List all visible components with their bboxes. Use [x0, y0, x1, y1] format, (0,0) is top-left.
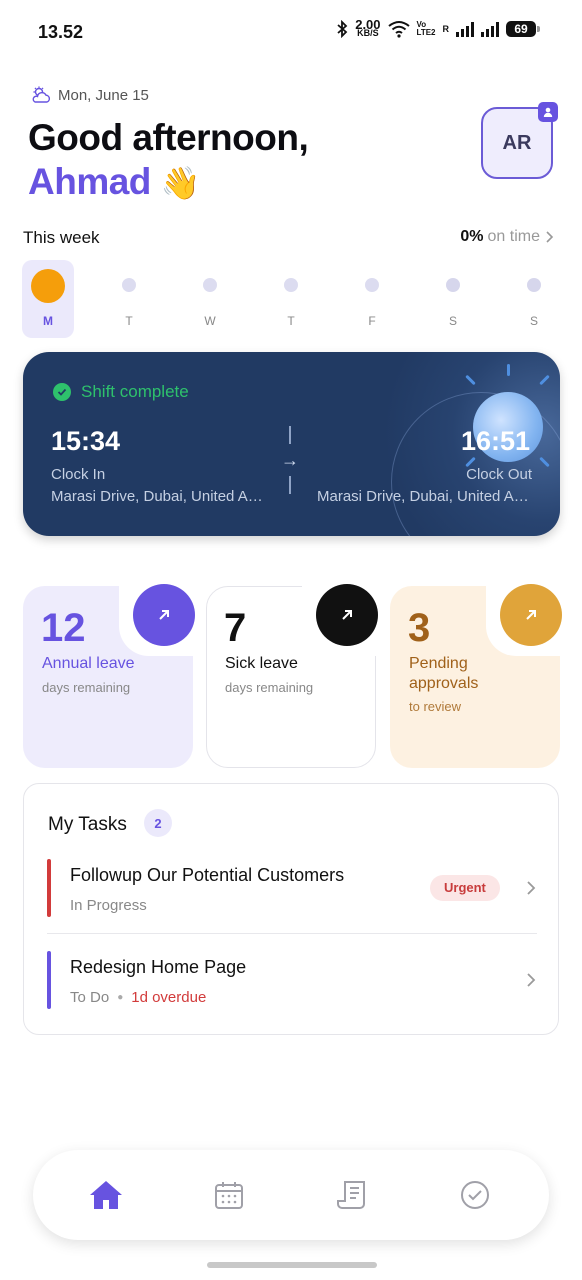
pending-approvals-title: Pending approvals — [409, 655, 479, 692]
task-meta: In Progress — [70, 897, 147, 914]
my-tasks-card: My Tasks 2 Followup Our Potential Custom… — [23, 783, 559, 1035]
task-item[interactable]: Followup Our Potential Customers In Prog… — [47, 859, 537, 921]
sick-leave-card[interactable]: 7 Sick leave days remaining — [206, 582, 380, 768]
profile-badge-icon — [538, 102, 558, 122]
receipt-icon[interactable] — [332, 1175, 372, 1215]
clock-out-location: Marasi Drive, Dubai, United Arab Emirate… — [317, 488, 532, 505]
arrow-up-right-icon[interactable] — [500, 584, 562, 646]
user-name-text: Ahmad — [28, 161, 151, 202]
status-icons: 2.00 KB/S Vo LTE2 R 69 — [336, 17, 540, 38]
day-thursday[interactable]: T — [265, 260, 317, 338]
arrow-right-icon: → — [281, 450, 299, 470]
greeting-text: Good afternoon, — [28, 117, 309, 158]
calendar-icon[interactable] — [209, 1175, 249, 1215]
shift-status-text: Shift complete — [81, 382, 189, 401]
status-time: 13.52 — [38, 22, 84, 42]
week-title: This week — [23, 228, 100, 247]
meta-separator-dot: ● — [117, 992, 124, 1003]
on-time-stat[interactable]: 0% on time — [460, 228, 554, 246]
task-status: In Progress — [70, 897, 147, 914]
task-item[interactable]: Redesign Home Page To Do ● 1d overdue — [47, 951, 537, 1013]
annual-leave-title: Annual leave — [42, 655, 135, 672]
clock-out-time: 16:51 — [460, 426, 530, 456]
sick-leave-count: 7 — [224, 606, 247, 650]
day-status-dot — [284, 278, 298, 292]
day-sunday[interactable]: S — [508, 260, 560, 338]
day-status-dot — [365, 278, 379, 292]
home-indicator — [207, 1262, 377, 1268]
priority-bar — [47, 859, 51, 917]
arrow-up-right-icon[interactable] — [133, 584, 195, 646]
sick-leave-sub: days remaining — [225, 680, 314, 695]
signal-icon-2 — [481, 21, 499, 37]
sun-ray — [507, 364, 510, 376]
task-meta: To Do ● 1d overdue — [70, 989, 206, 1006]
tasks-title: My Tasks — [48, 814, 127, 835]
date-text: Mon, June 15 — [58, 86, 149, 104]
day-monday[interactable]: M — [22, 260, 74, 338]
priority-bar — [47, 951, 51, 1009]
day-tuesday[interactable]: T — [103, 260, 155, 338]
on-time-label: on time — [487, 228, 540, 245]
arrow-up-right-icon[interactable] — [316, 584, 378, 646]
check-circle-icon[interactable] — [455, 1175, 495, 1215]
clock-in-label: Clock In — [51, 466, 106, 483]
cloud-sun-icon — [32, 86, 51, 103]
bottom-nav — [33, 1150, 549, 1240]
annual-leave-sub: days remaining — [42, 680, 131, 695]
shift-status: Shift complete — [53, 382, 189, 402]
wave-emoji: 👋 — [160, 165, 201, 201]
day-status-dot — [31, 269, 65, 303]
task-title: Followup Our Potential Customers — [70, 865, 345, 885]
annual-leave-card[interactable]: 12 Annual leave days remaining — [23, 582, 197, 768]
shift-card[interactable]: Shift complete 15:34 Clock In Marasi Dri… — [23, 352, 560, 536]
day-status-dot — [122, 278, 136, 292]
task-status: To Do — [70, 989, 110, 1006]
status-bar: 13.52 2.00 KB/S Vo LTE2 R 69 — [0, 0, 582, 64]
clock-out-label: Clock Out — [466, 466, 532, 483]
annual-leave-count: 12 — [41, 606, 86, 650]
day-status-dot — [527, 278, 541, 292]
user-name: Ahmad 👋 — [28, 160, 201, 205]
urgent-badge: Urgent — [430, 875, 500, 901]
pending-approvals-sub: to review — [409, 699, 462, 714]
day-wednesday[interactable]: W — [184, 260, 236, 338]
home-icon[interactable] — [86, 1175, 126, 1215]
tasks-count-badge: 2 — [144, 809, 172, 837]
date-row: Mon, June 15 — [30, 86, 149, 104]
day-status-dot — [203, 278, 217, 292]
volte-indicator: Vo LTE2 — [416, 20, 436, 37]
sick-leave-title: Sick leave — [225, 655, 298, 672]
day-saturday[interactable]: S — [427, 260, 479, 338]
chevron-right-icon — [546, 231, 554, 243]
wifi-icon — [387, 21, 410, 38]
chevron-right-icon — [527, 881, 536, 895]
task-title: Redesign Home Page — [70, 957, 247, 977]
signal-icon — [456, 21, 474, 37]
network-speed: 2.00 KB/S — [355, 17, 381, 38]
week-days: M T W T F S S — [22, 260, 562, 340]
roaming-indicator: R — [442, 24, 450, 34]
overdue-label: 1d overdue — [131, 989, 207, 1006]
day-friday[interactable]: F — [346, 260, 398, 338]
pending-approvals-card[interactable]: 3 Pending approvals to review — [390, 582, 564, 768]
on-time-percent: 0% — [460, 228, 484, 245]
clock-in-location: Marasi Drive, Dubai, United Arab Emirate… — [51, 488, 266, 505]
chevron-right-icon — [527, 973, 536, 987]
clock-in-time: 15:34 — [51, 426, 121, 456]
pending-approvals-count: 3 — [408, 606, 431, 650]
battery-icon: 69 — [506, 21, 540, 37]
task-divider — [47, 933, 537, 934]
day-status-dot — [446, 278, 460, 292]
check-icon — [53, 383, 71, 401]
bluetooth-icon — [337, 20, 348, 38]
